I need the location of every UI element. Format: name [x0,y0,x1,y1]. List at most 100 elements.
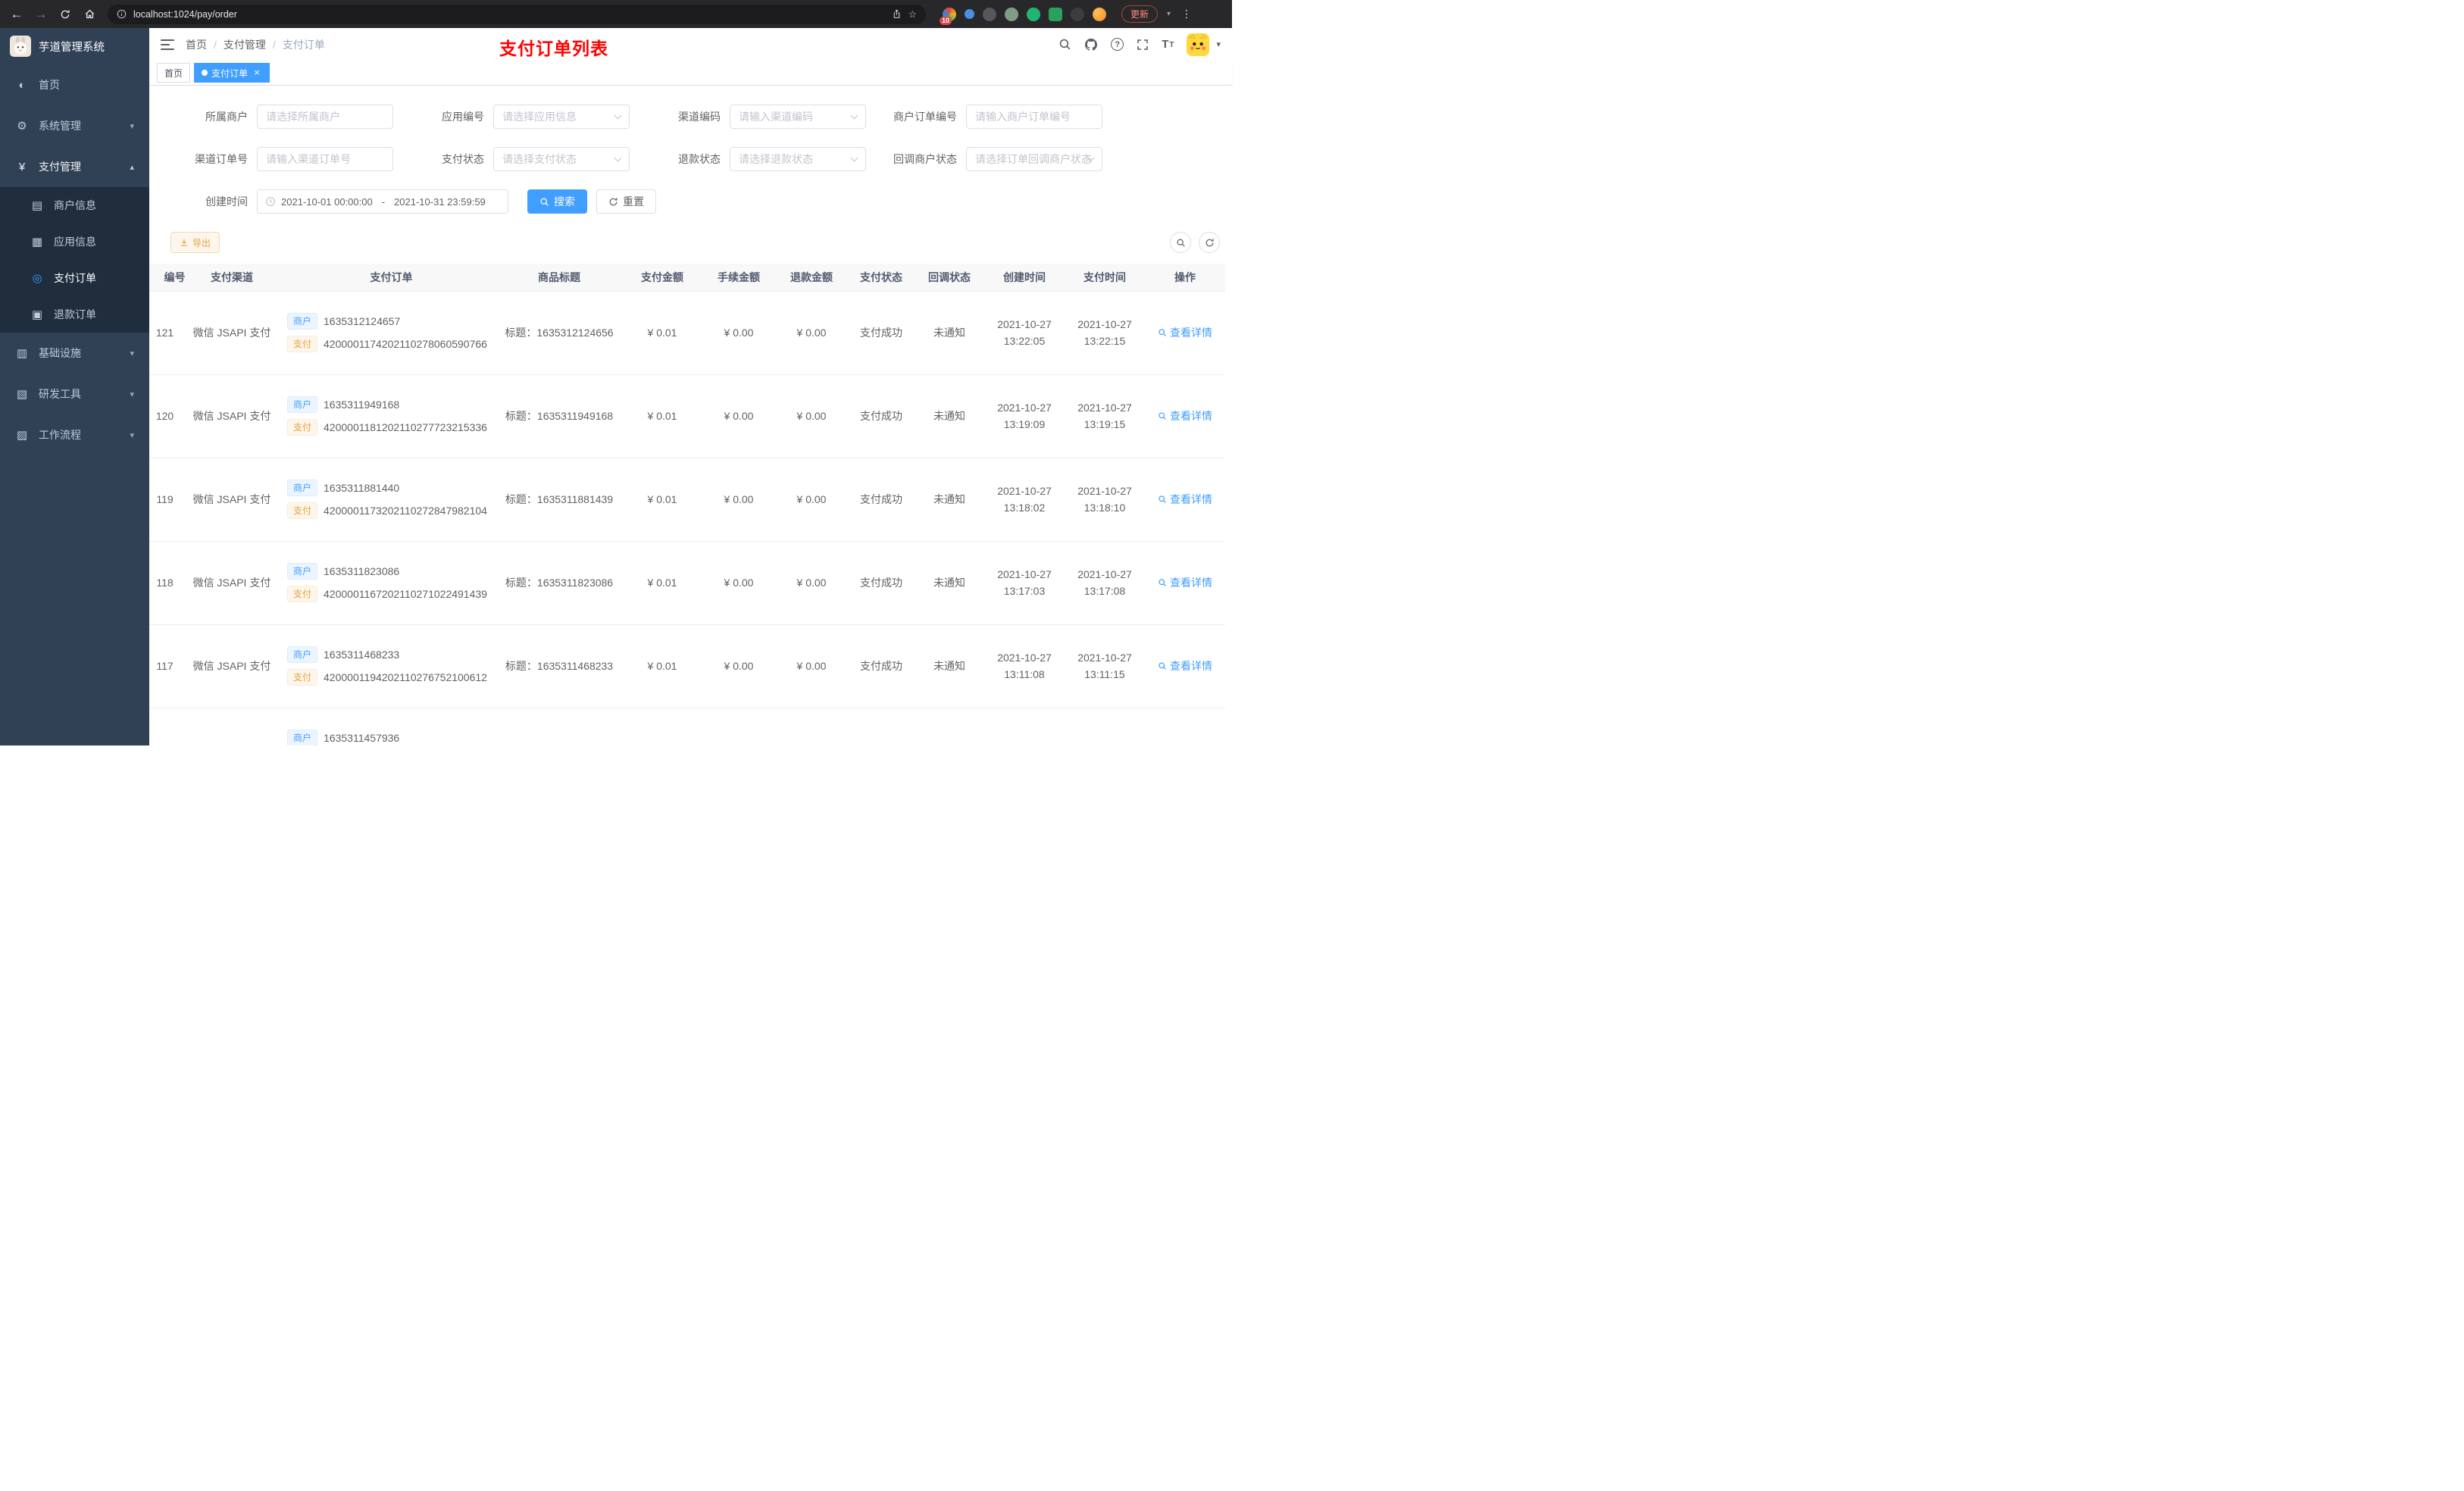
browser-back-icon[interactable]: ← [9,7,24,22]
created-time: 2021-10-27 13:22:05 [984,291,1065,375]
pay-amount: ¥ 0.01 [622,541,702,625]
tab-pay-order[interactable]: 支付订单 × [194,63,270,83]
merchant-order-no-input[interactable] [966,105,1102,129]
page-header: 首页 / 支付管理 / 支付订单 支付订单列表 ? T T ▾ [149,28,1232,61]
bookmark-star-icon[interactable]: ☆ [908,8,917,20]
sidebar-item-infrastructure[interactable]: ▥ 基础设施 ▾ [0,333,149,374]
breadcrumb-separator: / [272,38,276,51]
grid-icon: ▦ [31,236,43,248]
share-icon[interactable] [892,9,902,19]
filter-label: 渠道编码 [678,111,721,123]
sidebar-item-app-info[interactable]: ▦ 应用信息 [0,223,149,260]
order-id: 120 [149,374,187,458]
sidebar-item-system[interactable]: ⚙ 系统管理 ▾ [0,105,149,146]
extension-icon[interactable] [965,9,974,19]
github-icon[interactable] [1084,38,1098,52]
sidebar-item-refund-order[interactable]: ▣ 退款订单 [0,296,149,333]
sidebar-item-devtools[interactable]: ▧ 研发工具 ▾ [0,374,149,414]
extension-badge: 10 [940,16,952,25]
extension-icon[interactable] [983,7,996,21]
export-button[interactable]: 导出 [170,232,220,253]
sidebar-toggle-icon[interactable] [161,39,174,51]
view-detail-link[interactable]: 查看详情 [1158,492,1212,507]
view-detail-link[interactable]: 查看详情 [1158,658,1212,674]
actions-cell: 查看详情 [1145,374,1225,458]
refund-amount: ¥ 0.00 [775,291,848,375]
update-caret-icon[interactable]: ▾ [1167,10,1171,18]
search-button[interactable]: 搜索 [527,189,587,214]
pay-amount: ¥ 0.01 [622,458,702,542]
address-bar[interactable]: localhost:1024/pay/order ☆ [108,4,926,24]
pay-tag: 支付 [287,669,318,686]
briefcase-icon: ▨ [16,429,28,442]
search-icon[interactable] [1058,38,1071,51]
sidebar-item-merchant-info[interactable]: ▤ 商户信息 [0,187,149,223]
hide-search-button[interactable] [1170,232,1191,253]
merchant-order-no: 1635311468233 [324,649,400,661]
profile-avatar-icon[interactable] [1093,7,1106,21]
sidebar-item-home[interactable]: ◐ 首页 [0,64,149,105]
target-icon: ◎ [32,272,42,285]
pay-order-no: 4200001173202110272847982104 [324,505,487,517]
fullscreen-icon[interactable] [1137,39,1149,51]
extension-icon[interactable] [1005,7,1018,21]
sidebar-item-payment[interactable]: ¥ 支付管理 ▴ [0,146,149,187]
font-size-icon[interactable]: T T [1162,39,1174,50]
col-header-refund: 退款金额 [775,264,848,292]
breadcrumb-item[interactable]: 首页 [186,37,207,52]
browser-forward-icon[interactable]: → [33,7,48,22]
reset-button[interactable]: 重置 [596,189,656,214]
view-detail-label: 查看详情 [1170,327,1212,339]
sidebar-item-label: 系统管理 [39,120,81,132]
avatar-caret-icon[interactable]: ▾ [1216,39,1221,49]
notify-status-select[interactable] [966,147,1102,171]
create-time-range-picker[interactable]: 2021-10-01 00:00:00 - 2021-10-31 23:59:5… [257,189,508,214]
extension-icon[interactable] [1049,7,1062,21]
actions-cell: 查看详情 [1145,624,1225,708]
browser-update-button[interactable]: 更新 [1121,5,1159,23]
extension-icon[interactable]: 10 [940,7,956,25]
browser-home-icon[interactable] [82,8,97,20]
merchant-select[interactable] [257,105,393,129]
tab-home[interactable]: 首页 [157,63,191,83]
view-detail-label: 查看详情 [1170,660,1212,672]
pay-status: 支付成功 [848,541,915,625]
merchant-order-no: 1635312124657 [324,315,401,327]
avatar[interactable] [1187,33,1210,56]
sidebar-item-label: 应用信息 [54,236,96,248]
font-size-small-glyph: T [1169,41,1174,49]
channel-code-select[interactable] [730,105,866,129]
view-detail-link[interactable]: 查看详情 [1158,408,1212,424]
refund-status-select[interactable] [730,147,866,171]
channel-order-no-input[interactable] [257,147,393,171]
col-header-paid: 支付时间 [1065,264,1145,292]
sidebar-item-workflow[interactable]: ▨ 工作流程 ▾ [0,414,149,455]
header-actions: ? T T ▾ [1058,33,1221,56]
help-icon[interactable]: ? [1111,38,1124,51]
extension-icon[interactable] [1071,7,1084,21]
filter-label: 支付状态 [442,153,484,165]
product-title: 标题：1635312124656 [496,291,622,375]
merchant-tag: 商户 [287,563,318,580]
paid-time: 2021-10-27 13:11:15 [1065,624,1145,708]
view-detail-link[interactable]: 查看详情 [1158,575,1212,590]
browser-refresh-icon[interactable] [58,9,73,20]
pay-order-cell: 商户 1635311468233 支付 4200001194202110276752… [277,624,496,708]
sidebar-item-label: 研发工具 [39,388,81,400]
site-info-icon[interactable] [117,9,127,19]
app-select[interactable] [493,105,630,129]
sidebar-item-pay-order[interactable]: ◎ 支付订单 [0,260,149,296]
product-title: 标题：1635311949168 [496,374,622,458]
refresh-table-button[interactable] [1199,232,1220,253]
url-text[interactable]: localhost:1024/pay/order [133,9,237,20]
breadcrumb-item[interactable]: 支付管理 [224,37,266,52]
pay-status-select[interactable] [493,147,630,171]
close-icon[interactable]: × [252,67,262,78]
created-time: 2021-10-27 13:11:08 [984,624,1065,708]
extension-icon[interactable] [1027,7,1040,21]
table-row: 120 微信 JSAPI 支付 商户 1635311949168 支付 420000… [149,374,1225,458]
pay-status: 支付成功 [848,291,915,375]
view-detail-link[interactable]: 查看详情 [1158,325,1212,340]
active-dot-icon [202,70,208,76]
browser-menu-icon[interactable]: ⋮ [1181,8,1192,20]
